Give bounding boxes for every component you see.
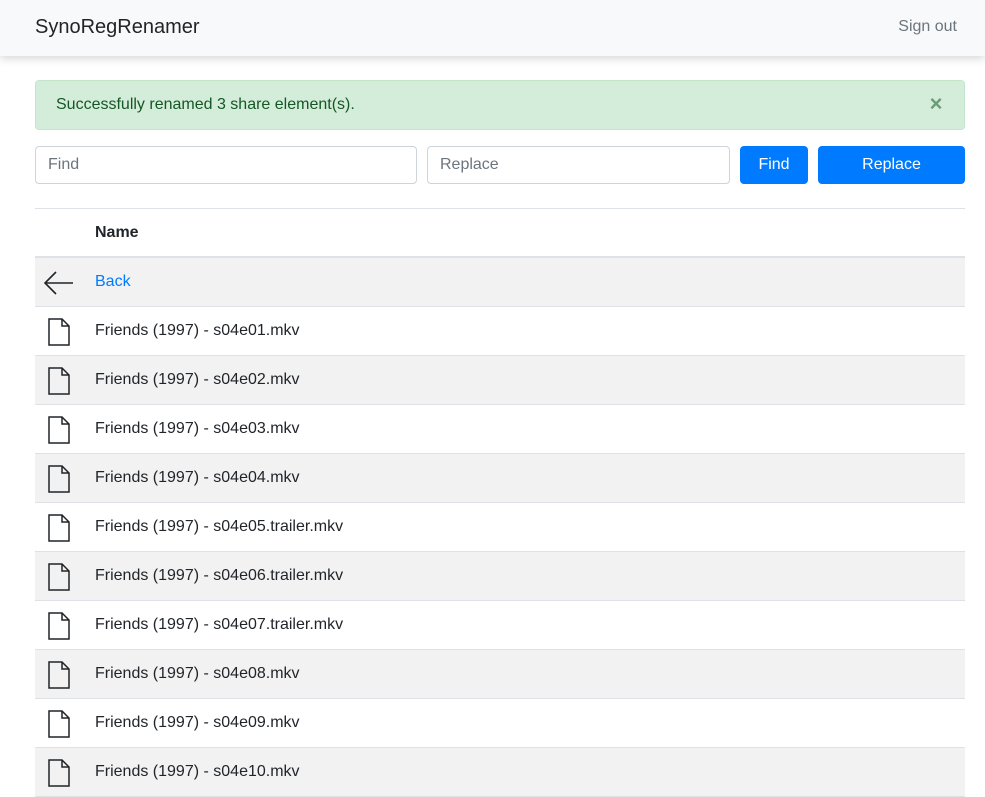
alert-message: Successfully renamed 3 share element(s). bbox=[56, 96, 355, 113]
file-name: Friends (1997) - s04e10.mkv bbox=[95, 763, 300, 780]
file-icon bbox=[48, 661, 70, 689]
table-row[interactable]: Friends (1997) - s04e09.mkv bbox=[35, 699, 965, 748]
table-row[interactable]: Friends (1997) - s04e06.trailer.mkv bbox=[35, 552, 965, 601]
table-row[interactable]: Friends (1997) - s04e10.mkv bbox=[35, 748, 965, 797]
close-icon[interactable]: × bbox=[928, 93, 944, 115]
back-link[interactable]: Back bbox=[95, 272, 131, 292]
app-brand[interactable]: SynoRegRenamer bbox=[35, 15, 200, 39]
file-name: Friends (1997) - s04e04.mkv bbox=[95, 469, 300, 486]
sign-out-link[interactable]: Sign out bbox=[898, 17, 957, 37]
file-icon bbox=[48, 318, 70, 346]
file-icon bbox=[48, 514, 70, 542]
file-name: Friends (1997) - s04e05.trailer.mkv bbox=[95, 518, 344, 535]
file-name: Friends (1997) - s04e03.mkv bbox=[95, 420, 300, 437]
navbar: SynoRegRenamer Sign out bbox=[0, 0, 985, 56]
table-row[interactable]: Friends (1997) - s04e05.trailer.mkv bbox=[35, 503, 965, 552]
find-input[interactable] bbox=[35, 146, 417, 184]
arrow-left-icon bbox=[44, 271, 73, 295]
find-button[interactable]: Find bbox=[740, 146, 808, 184]
file-name: Friends (1997) - s04e02.mkv bbox=[95, 371, 300, 388]
table-header: Name bbox=[35, 208, 965, 258]
table-row[interactable]: Friends (1997) - s04e03.mkv bbox=[35, 405, 965, 454]
file-icon bbox=[48, 416, 70, 444]
file-name: Friends (1997) - s04e09.mkv bbox=[95, 714, 300, 731]
table-row[interactable]: Friends (1997) - s04e02.mkv bbox=[35, 356, 965, 405]
table-row[interactable]: Friends (1997) - s04e04.mkv bbox=[35, 454, 965, 503]
file-table: Name Back Friends (1997) - s04e01.mkv Fri… bbox=[35, 208, 965, 797]
file-name: Friends (1997) - s04e01.mkv bbox=[95, 322, 300, 339]
file-name: Friends (1997) - s04e08.mkv bbox=[95, 665, 300, 682]
file-icon bbox=[48, 612, 70, 640]
file-icon bbox=[48, 563, 70, 591]
table-row[interactable]: Friends (1997) - s04e08.mkv bbox=[35, 650, 965, 699]
back-row[interactable]: Back bbox=[35, 258, 965, 307]
file-icon bbox=[48, 367, 70, 395]
table-row[interactable]: Friends (1997) - s04e01.mkv bbox=[35, 307, 965, 356]
replace-button[interactable]: Replace bbox=[818, 146, 965, 184]
file-name: Friends (1997) - s04e06.trailer.mkv bbox=[95, 567, 344, 584]
name-column-header: Name bbox=[95, 224, 139, 241]
table-row[interactable]: Friends (1997) - s04e07.trailer.mkv bbox=[35, 601, 965, 650]
file-icon bbox=[48, 759, 70, 787]
replace-input[interactable] bbox=[427, 146, 730, 184]
file-list: Friends (1997) - s04e01.mkv Friends (1997… bbox=[35, 307, 965, 797]
file-icon bbox=[48, 465, 70, 493]
success-alert: Successfully renamed 3 share element(s).… bbox=[35, 80, 965, 130]
file-name: Friends (1997) - s04e07.trailer.mkv bbox=[95, 616, 344, 633]
file-icon bbox=[48, 710, 70, 738]
